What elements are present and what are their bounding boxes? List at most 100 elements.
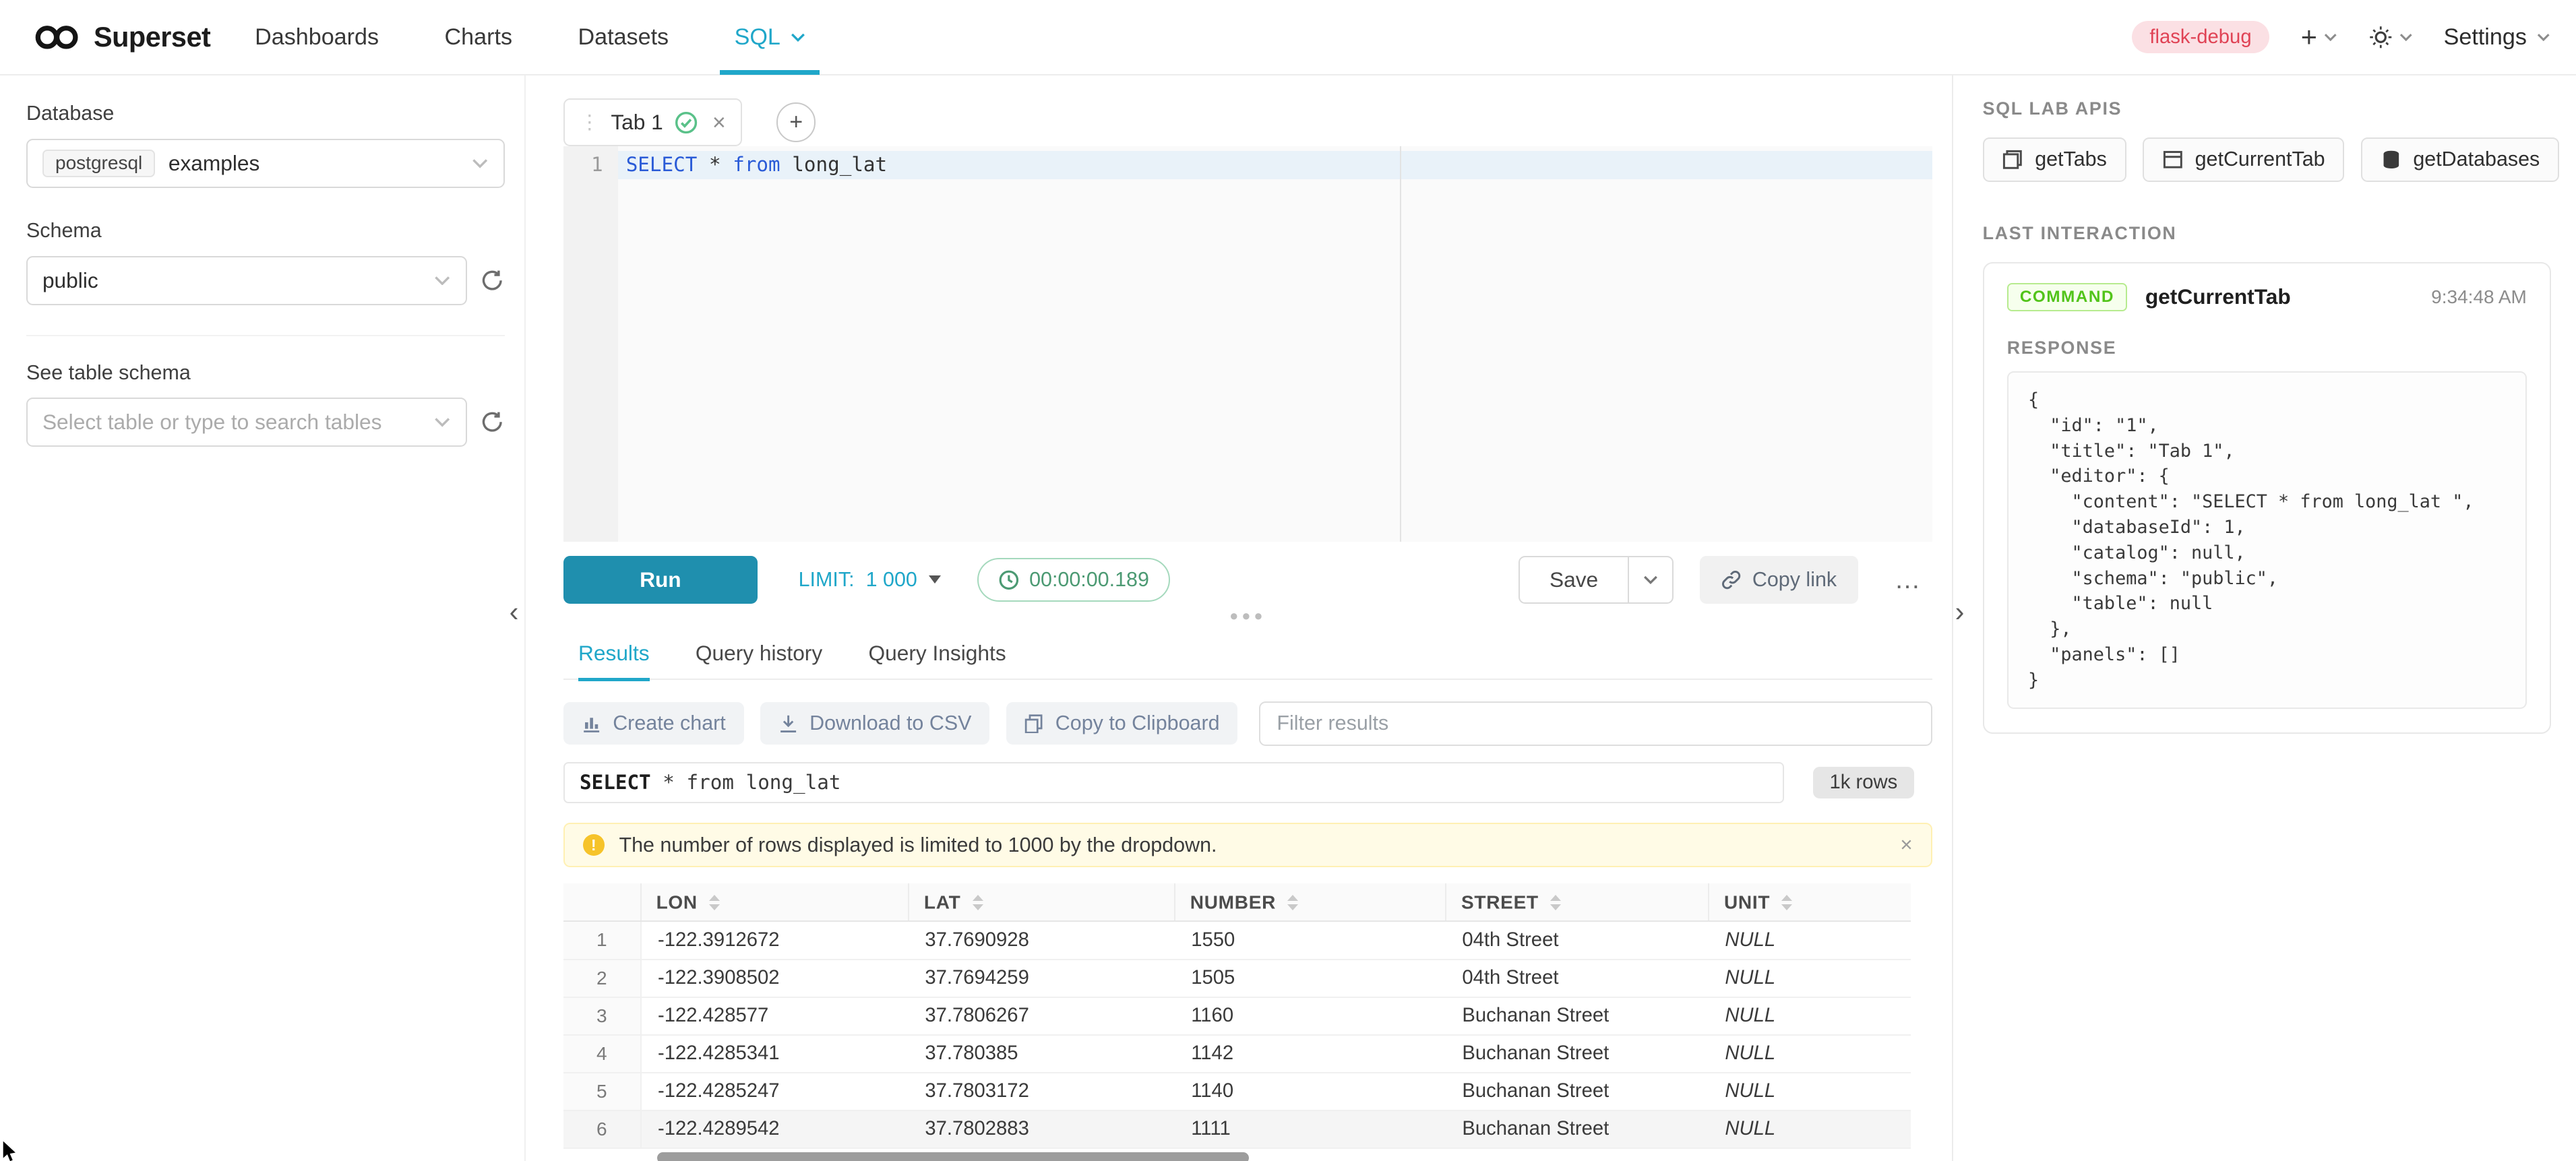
row-limit-warning: ! The number of rows displayed is limite… <box>563 823 1932 867</box>
table-cell: Buchanan Street <box>1446 997 1709 1035</box>
row-number-header <box>563 883 641 921</box>
table-select[interactable]: Select table or type to search tables <box>26 398 467 447</box>
copy-to-clipboard-button[interactable]: Copy to Clipboard <box>1006 702 1238 745</box>
layout: Database postgresql examples Schema publ… <box>0 75 2576 1161</box>
brand-link[interactable]: Superset <box>33 21 211 54</box>
table-row[interactable]: 5-122.428524737.78031721140Buchanan Stre… <box>563 1073 1911 1110</box>
row-number: 4 <box>563 1035 641 1073</box>
column-header[interactable]: LAT <box>909 883 1175 921</box>
link-icon <box>1721 570 1741 590</box>
table-cell: Buchanan Street <box>1446 1110 1709 1148</box>
settings-menu-button[interactable]: Settings <box>2444 24 2550 51</box>
query-preview: SELECT * from long_lat <box>563 762 1784 803</box>
download-csv-button[interactable]: Download to CSV <box>760 702 989 745</box>
get-current-tab-button[interactable]: getCurrentTab <box>2143 137 2344 182</box>
schema-value: public <box>42 268 98 293</box>
table-cell: -122.4285341 <box>641 1035 909 1073</box>
line-number: 1 <box>563 151 603 179</box>
chevron-down-icon <box>2399 33 2413 41</box>
limit-dropdown[interactable]: LIMIT: 1 000 <box>799 568 941 592</box>
database-type-tag: postgresql <box>42 150 155 177</box>
nav-item-charts[interactable]: Charts <box>445 0 512 75</box>
refresh-schemas-icon[interactable] <box>480 268 505 293</box>
tab-query-history[interactable]: Query history <box>696 627 822 679</box>
sort-icon[interactable] <box>709 895 720 910</box>
filter-results-input[interactable] <box>1259 701 1932 746</box>
save-split-button: Save <box>1519 556 1674 604</box>
get-tabs-button[interactable]: getTabs <box>1983 137 2126 182</box>
table-cell: 37.7802883 <box>909 1110 1175 1148</box>
results-table: LONLATNUMBERSTREETUNIT 1-122.391267237.7… <box>563 883 1911 1148</box>
close-icon[interactable]: × <box>1900 834 1913 856</box>
chevron-down-icon <box>2537 33 2550 41</box>
editor-code[interactable]: SELECT * from long_lat <box>618 146 1932 542</box>
save-button[interactable]: Save <box>1519 556 1629 604</box>
api-buttons: getTabs getCurrentTab getDatabases <box>1983 137 2559 182</box>
column-header[interactable]: NUMBER <box>1175 883 1446 921</box>
interaction-header: COMMAND getCurrentTab 9:34:48 AM <box>1984 263 2550 318</box>
table-row[interactable]: 4-122.428534137.7803851142Buchanan Stree… <box>563 1035 1911 1073</box>
schema-row: public <box>26 256 505 305</box>
nav-item-datasets[interactable]: Datasets <box>578 0 669 75</box>
query-timer: 00:00:00.189 <box>977 558 1171 602</box>
scrollbar-thumb[interactable] <box>657 1152 1249 1161</box>
get-databases-button[interactable]: getDatabases <box>2361 137 2559 182</box>
response-label: RESPONSE <box>1984 317 2550 358</box>
refresh-tables-icon[interactable] <box>480 410 505 435</box>
table-row[interactable]: 3-122.42857737.78062671160Buchanan Stree… <box>563 997 1911 1035</box>
brand-name: Superset <box>94 21 210 53</box>
schema-label: Schema <box>26 219 505 243</box>
table-cell: -122.3908502 <box>641 960 909 997</box>
sort-icon[interactable] <box>1781 895 1792 910</box>
table-row[interactable]: 6-122.428954237.78028831111Buchanan Stre… <box>563 1110 1911 1148</box>
create-chart-button[interactable]: Create chart <box>563 702 744 745</box>
tab-results[interactable]: Results <box>578 627 650 679</box>
save-dropdown-button[interactable] <box>1629 556 1674 604</box>
table-cell: 37.7806267 <box>909 997 1175 1035</box>
query-tab[interactable]: ⋮ Tab 1 × <box>563 98 742 146</box>
table-cell: 1140 <box>1175 1073 1446 1110</box>
column-header[interactable]: STREET <box>1446 883 1709 921</box>
run-button[interactable]: Run <box>563 556 758 604</box>
row-number: 6 <box>563 1110 641 1148</box>
warning-icon: ! <box>583 834 605 856</box>
table-row[interactable]: 1-122.391267237.7690928155004th StreetNU… <box>563 921 1911 959</box>
collapse-api-panel-button[interactable]: › <box>1955 598 1965 625</box>
database-select[interactable]: postgresql examples <box>26 139 505 188</box>
chevron-down-icon <box>472 158 488 168</box>
editor-gutter: 1 <box>563 146 617 542</box>
tab-query-insights[interactable]: Query Insights <box>868 627 1006 679</box>
column-header[interactable]: UNIT <box>1709 883 1911 921</box>
south-pane-tabs: Results Query history Query Insights <box>563 627 1932 680</box>
row-number: 3 <box>563 997 641 1035</box>
limit-label: LIMIT: <box>799 568 855 592</box>
table-cell: -122.3912672 <box>641 921 909 959</box>
more-options-button[interactable]: … <box>1894 573 1922 587</box>
table-cell: -122.4289542 <box>641 1110 909 1148</box>
add-tab-button[interactable]: + <box>776 102 816 142</box>
table-row[interactable]: 2-122.390850237.7694259150504th StreetNU… <box>563 960 1911 997</box>
schema-select[interactable]: public <box>26 256 467 305</box>
drag-handle-icon[interactable]: ⋮ <box>580 111 599 134</box>
new-item-dropdown-button[interactable]: + <box>2301 26 2337 49</box>
results-body: 1-122.391267237.7690928155004th StreetNU… <box>563 921 1911 1148</box>
nav-item-sql[interactable]: SQL <box>735 0 805 75</box>
sql-editor[interactable]: 1 SELECT * from long_lat <box>563 146 1932 542</box>
nav-item-dashboards[interactable]: Dashboards <box>255 0 379 75</box>
theme-toggle-button[interactable] <box>2368 25 2413 50</box>
table-cell: 37.7694259 <box>909 960 1175 997</box>
close-tab-icon[interactable]: × <box>712 111 726 134</box>
chevron-down-icon <box>434 276 450 286</box>
sun-icon <box>2368 25 2393 50</box>
sort-icon[interactable] <box>1287 895 1298 910</box>
copy-link-button[interactable]: Copy link <box>1700 556 1858 604</box>
sort-icon[interactable] <box>1550 895 1561 910</box>
table-cell: 1550 <box>1175 921 1446 959</box>
pane-resize-handle[interactable]: ●●● <box>563 611 1932 625</box>
superset-logo-icon <box>33 21 82 54</box>
horizontal-scrollbar[interactable] <box>563 1152 1911 1161</box>
sql-statement: SELECT * from long_lat <box>618 151 1932 179</box>
collapse-sidebar-button[interactable]: ‹ <box>510 598 519 625</box>
sort-icon[interactable] <box>973 895 983 910</box>
column-header[interactable]: LON <box>641 883 909 921</box>
